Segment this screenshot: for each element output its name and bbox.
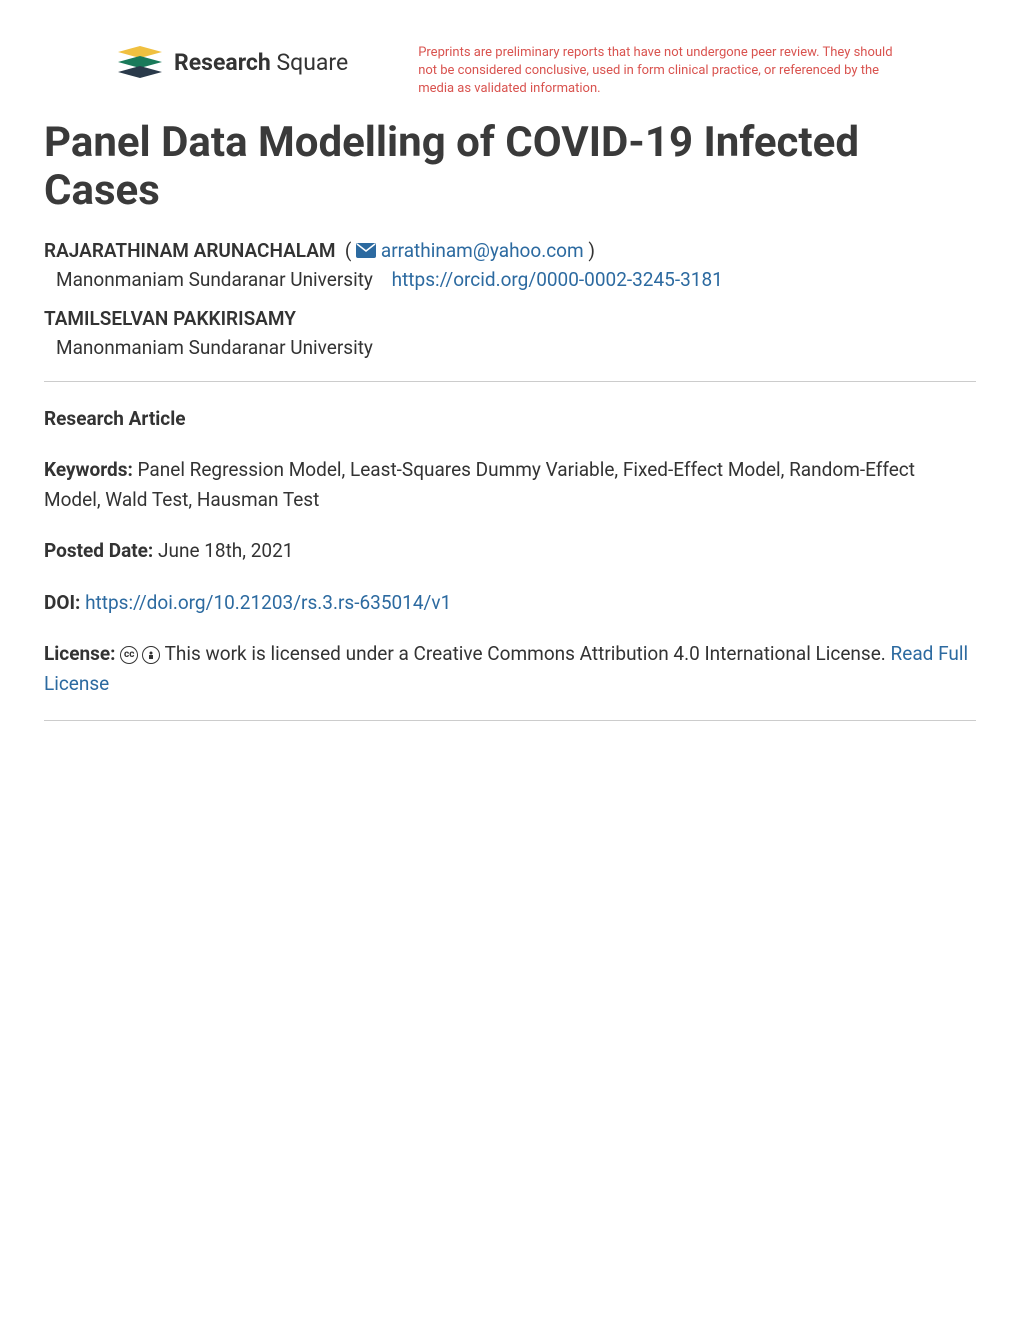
posted-date-value: June 18th, 2021 — [153, 539, 293, 562]
article-type: Research Article — [44, 404, 976, 433]
cc-icons: cc — [120, 646, 160, 664]
cc-icon: cc — [120, 646, 138, 664]
doi-link[interactable]: https://doi.org/10.21203/rs.3.rs-635014/… — [85, 591, 451, 614]
author-name: TAMILSELVAN PAKKIRISAMY — [44, 307, 296, 330]
author-name: RAJARATHINAM ARUNACHALAM — [44, 239, 336, 262]
posted-date-row: Posted Date: June 18th, 2021 — [44, 536, 976, 565]
author-affiliation: Manonmaniam Sundaranar University — [56, 336, 976, 359]
keywords-row: Keywords: Panel Regression Model, Least-… — [44, 455, 976, 514]
doi-label: DOI: — [44, 591, 80, 614]
divider — [44, 720, 976, 721]
preprint-disclaimer: Preprints are preliminary reports that h… — [418, 44, 898, 99]
keywords-label: Keywords: — [44, 458, 133, 481]
keywords-text: Panel Regression Model, Least-Squares Du… — [44, 458, 915, 510]
logo-text: Research Square — [174, 49, 348, 76]
author-block: RAJARATHINAM ARUNACHALAM ( arrathinam@ya… — [44, 237, 976, 291]
doi-row: DOI: https://doi.org/10.21203/rs.3.rs-63… — [44, 588, 976, 617]
license-text: This work is licensed under a Creative C… — [165, 642, 891, 665]
research-square-logo-icon — [116, 44, 164, 80]
envelope-icon — [356, 238, 376, 267]
author-block: TAMILSELVAN PAKKIRISAMY Manonmaniam Sund… — [44, 305, 976, 359]
posted-date-label: Posted Date: — [44, 539, 153, 562]
divider — [44, 381, 976, 382]
author-affiliation: Manonmaniam Sundaranar University — [56, 268, 373, 291]
paper-title: Panel Data Modelling of COVID-19 Infecte… — [44, 119, 976, 216]
logo: Research Square — [116, 44, 348, 80]
cc-by-icon — [142, 646, 160, 664]
license-row: License: cc This work is licensed under … — [44, 639, 976, 698]
license-label: License: — [44, 642, 116, 665]
author-email-link[interactable]: arrathinam@yahoo.com — [381, 239, 584, 262]
orcid-link[interactable]: https://orcid.org/0000-0002-3245-3181 — [392, 268, 723, 291]
